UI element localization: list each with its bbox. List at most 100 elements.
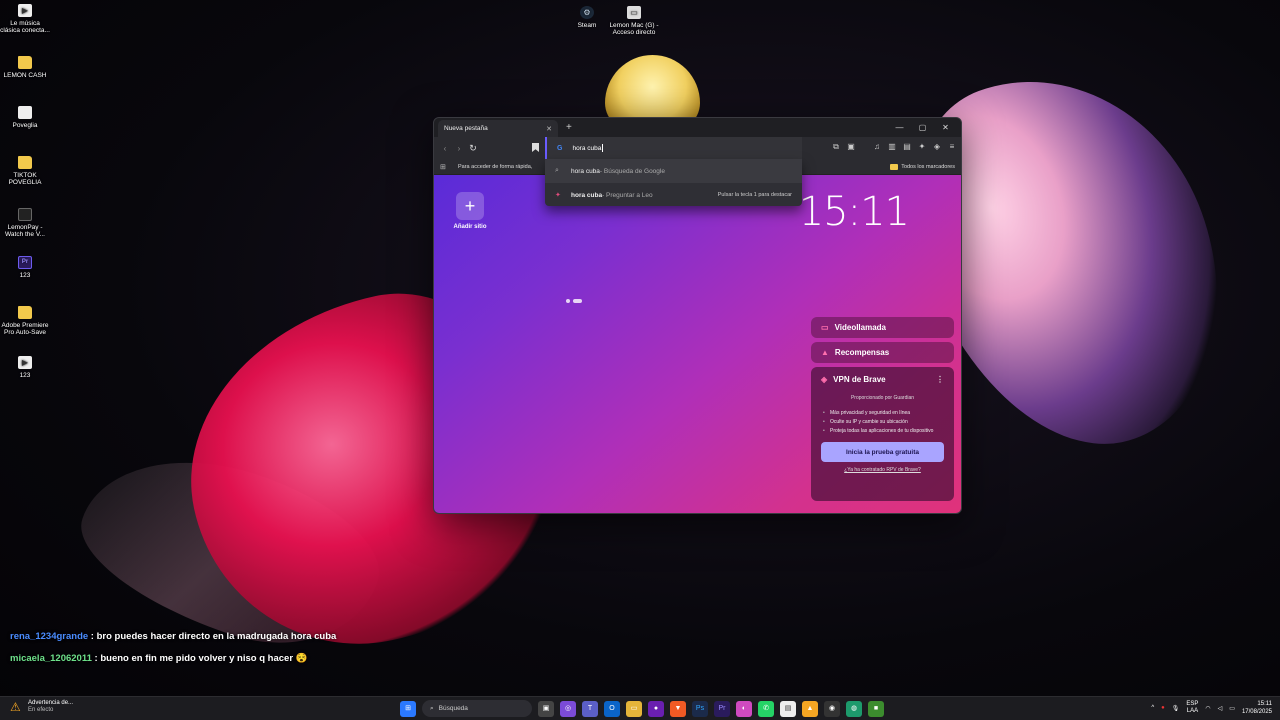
desktop-icon-label: LemonPay - Watch the V... — [5, 224, 45, 238]
chat-message: micaela_12062011 : bueno en fin me pido … — [10, 652, 336, 674]
media-icon[interactable]: ♫ — [872, 142, 882, 152]
leo-icon: ✦ — [555, 192, 561, 199]
vpn-feature: Oculte su IP y cambie su ubicación — [821, 419, 944, 425]
vpn-header: ◈ VPN de Brave ⋮ — [821, 375, 944, 384]
desktop-icon-steam[interactable]: ⚙ Steam — [568, 6, 606, 29]
desktop-icon-poveglia[interactable]: Poveglia — [0, 106, 50, 129]
edge-icon[interactable]: ◍ — [846, 700, 862, 717]
widget-stack: ▭ Videollamada ▲ Recompensas ◈ VPN de Br… — [811, 317, 954, 501]
apps-grid-icon[interactable]: ⊞ — [440, 163, 448, 171]
shield-icon: ◈ — [821, 375, 828, 384]
chat-message: rena_1234grande : bro puedes hacer direc… — [10, 630, 336, 652]
desktop-icon-premiere-autosave[interactable]: Adobe Premiere Pro Auto-Save — [0, 306, 50, 336]
minimize-icon[interactable]: — — [888, 123, 911, 132]
video-call-widget[interactable]: ▭ Videollamada — [811, 317, 954, 338]
folder-icon — [18, 56, 32, 69]
file-icon — [18, 106, 32, 119]
whatsapp-icon[interactable]: ✆ — [758, 700, 774, 717]
widget-label: Videollamada — [834, 323, 886, 332]
leo-icon[interactable]: ✦ — [917, 142, 927, 152]
bookmark-icon[interactable] — [532, 143, 539, 152]
extensions-icon[interactable]: ⧉ — [831, 142, 841, 152]
all-bookmarks-button[interactable]: Todos los marcadores — [890, 163, 955, 170]
suggestion-google-search[interactable]: ⌕ hora cuba - Búsqueda de Google — [545, 159, 802, 183]
desktop-icon-musica[interactable]: ▶ Le música clásica conecta... — [0, 4, 50, 34]
desktop-icon-label: 123 — [19, 372, 31, 379]
minecraft-icon[interactable]: ■ — [868, 700, 884, 717]
widget-label: Recompensas — [834, 348, 890, 357]
battery-icon[interactable]: ▭ — [1229, 705, 1235, 712]
task-view-icon[interactable]: ▣ — [538, 700, 554, 717]
volume-icon[interactable]: ◁ — [1218, 705, 1223, 712]
bookmarks-hint: Para acceder de forma rápida, — [458, 163, 533, 170]
taskbar-apps: ⊞ ⌕ Búsqueda ▣ ◎ T O ▭ ● ▼ Ps Pr ◐ ✆ ▤ ▲… — [400, 700, 884, 717]
suggestion-hint: Pulsar la tecla 1 para destacar — [717, 192, 792, 198]
taskbar-search[interactable]: ⌕ Búsqueda — [422, 700, 532, 717]
photoshop-icon[interactable]: Ps — [692, 700, 708, 717]
wifi-icon[interactable]: ◠ — [1205, 705, 1210, 712]
file-icon: ▶ — [18, 356, 32, 369]
drive-icon: ▭ — [627, 6, 641, 19]
menu-icon[interactable]: ≡ — [947, 142, 957, 152]
outlook-icon[interactable]: O — [604, 700, 620, 717]
window-controls: — ▢ ✕ — [888, 118, 957, 137]
record-icon[interactable]: ● — [1161, 705, 1165, 711]
premiere-icon[interactable]: Pr — [714, 700, 730, 717]
desktop-icon-label: 123 — [19, 272, 31, 279]
desktop-icon-lemon-cash[interactable]: LEMON CASH — [0, 56, 50, 79]
chat-username: micaela_12062011 — [10, 653, 92, 664]
new-tab-button[interactable]: + — [566, 122, 572, 133]
suggestion-source: - Búsqueda de Google — [599, 167, 665, 175]
desktop-icon-123[interactable]: ▶ 123 — [0, 356, 50, 379]
teams-icon[interactable]: T — [582, 700, 598, 717]
vpn-purchased-link[interactable]: ¿Ya ha contratado RPV de Brave? — [821, 467, 944, 473]
desktop-icon-123-premiere[interactable]: Pr 123 — [0, 256, 50, 279]
back-icon[interactable]: ‹ — [438, 144, 452, 153]
brave-icon[interactable]: ▼ — [670, 700, 686, 717]
close-tab-icon[interactable]: ✕ — [546, 125, 552, 133]
add-site-button[interactable]: + Añadir sitio — [454, 192, 487, 230]
tab-new-tab[interactable]: Nueva pestaña ✕ — [438, 120, 558, 137]
file-explorer-icon[interactable]: ▭ — [626, 700, 642, 717]
vlc-icon[interactable]: ▲ — [802, 700, 818, 717]
sidebar-icon[interactable]: ▥ — [887, 142, 897, 152]
new-tab-page: + Añadir sitio 15:11 ▭ Videollamada ▲ Re… — [434, 175, 961, 513]
tray-chevron-icon[interactable]: ^ — [1151, 705, 1154, 711]
address-bar[interactable]: G hora cuba — [545, 137, 802, 159]
address-input[interactable]: hora cuba — [572, 145, 601, 152]
language-code: ESP — [1186, 701, 1199, 707]
weather-widget[interactable]: ⚠ Advertencia de... En efecto — [10, 700, 73, 714]
loading-dot — [573, 299, 582, 303]
taskbar-clock[interactable]: 15:11 17/08/2025 — [1242, 700, 1272, 716]
chat-text: : bro puedes hacer directo en la madruga… — [88, 631, 337, 642]
search-icon: ⌕ — [430, 704, 434, 712]
reload-icon[interactable]: ↻ — [466, 143, 480, 154]
start-trial-button[interactable]: Inicia la prueba gratuita — [821, 442, 944, 462]
obs-icon[interactable]: ● — [648, 700, 664, 717]
desktop-icon-label: Lemon Mac (G) - Acceso directo — [609, 22, 659, 36]
screenshot-icon[interactable]: ▣ — [846, 142, 856, 152]
suggestion-source: - Preguntar a Leo — [602, 191, 653, 199]
language-indicator[interactable]: ESP LAA — [1186, 701, 1198, 715]
copilot-icon[interactable]: ◎ — [560, 700, 576, 717]
clock-time: 15:11 — [1257, 701, 1272, 707]
rewards-widget[interactable]: ▲ Recompensas — [811, 342, 954, 363]
desktop-icon-lemon-mac[interactable]: ▭ Lemon Mac (G) - Acceso directo — [606, 6, 662, 36]
windows-start-icon[interactable]: ⊞ — [400, 700, 416, 717]
maximize-icon[interactable]: ▢ — [911, 123, 934, 132]
photos-icon[interactable]: ◐ — [736, 700, 752, 717]
close-window-icon[interactable]: ✕ — [934, 123, 957, 132]
desktop-icon-lemonpay[interactable]: LemonPay - Watch the V... — [0, 208, 50, 238]
suggestion-ask-leo[interactable]: ✦ hora cuba - Preguntar a Leo Pulsar la … — [545, 183, 802, 207]
more-options-icon[interactable]: ⋮ — [936, 375, 944, 384]
chrome-icon[interactable]: ◉ — [824, 700, 840, 717]
microphone-icon[interactable]: 🎙 — [1172, 705, 1180, 712]
google-icon: G — [557, 144, 563, 152]
vpn-icon[interactable]: ◈ — [932, 142, 942, 152]
vpn-title: VPN de Brave — [833, 375, 886, 384]
document-icon[interactable]: ▤ — [780, 700, 796, 717]
forward-icon[interactable]: › — [452, 144, 466, 153]
wallet-icon[interactable]: ▤ — [902, 142, 912, 152]
desktop-icon-tiktok-poveglia[interactable]: TIKTOK POVEGLIA — [0, 156, 50, 186]
